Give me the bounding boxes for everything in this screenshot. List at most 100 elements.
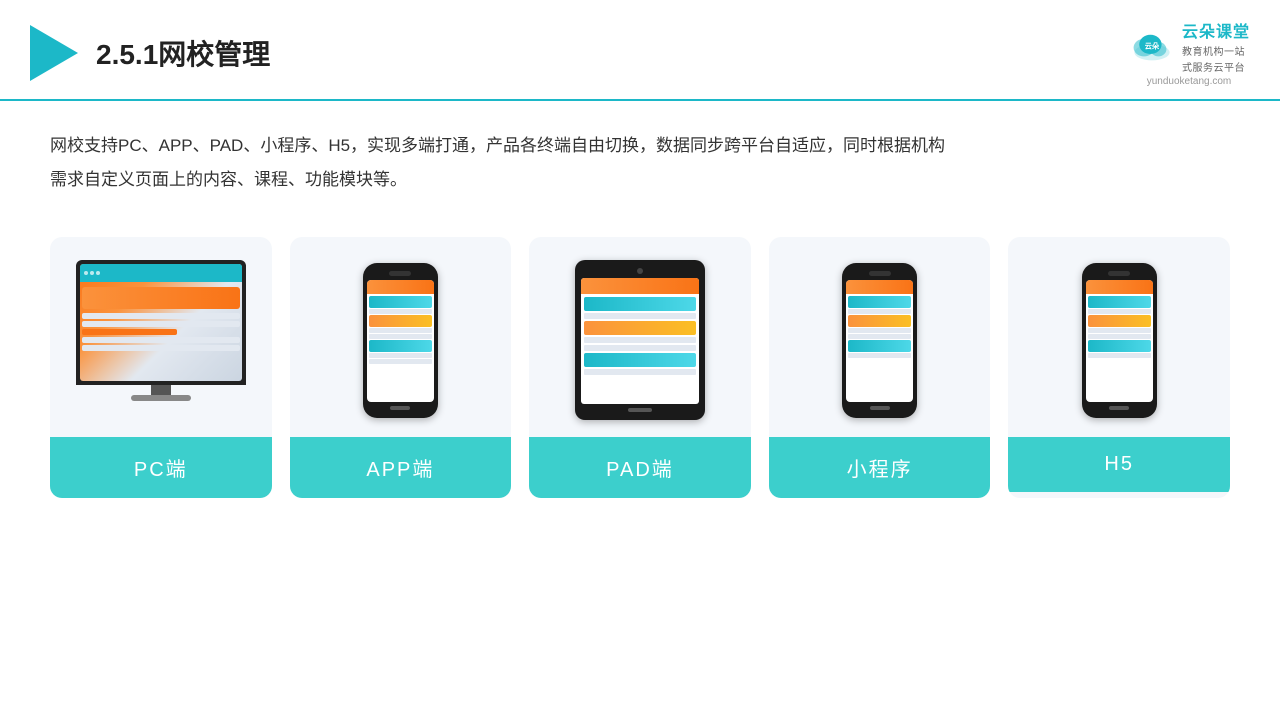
phone-notch-app bbox=[389, 271, 411, 276]
card-app: APP端 bbox=[290, 237, 512, 498]
card-app-label: APP端 bbox=[290, 437, 512, 498]
brand-url: yunduoketang.com bbox=[1147, 76, 1232, 87]
header-left: 2.5.1网校管理 bbox=[30, 25, 270, 81]
header: 2.5.1网校管理 云朵 云朵课堂 教育机构一站 式服务云平台 yunduoke… bbox=[0, 0, 1280, 101]
tab-row1 bbox=[584, 313, 696, 319]
card-mini-image bbox=[769, 237, 991, 437]
ph-row-c2 bbox=[369, 340, 432, 352]
pm-row4 bbox=[848, 353, 911, 358]
tab-row3 bbox=[584, 345, 696, 351]
description-line1: 网校支持PC、APP、PAD、小程序、H5，实现多端打通，产品各终端自由切换，数… bbox=[50, 129, 1050, 163]
dot1 bbox=[84, 271, 88, 275]
pm-row2 bbox=[848, 328, 911, 333]
card-pad-image bbox=[529, 237, 751, 437]
ph-row4 bbox=[369, 353, 432, 358]
page-title: 2.5.1网校管理 bbox=[96, 33, 270, 73]
card-h5-label: H5 bbox=[1008, 437, 1230, 492]
description-text: 网校支持PC、APP、PAD、小程序、H5，实现多端打通，产品各终端自由切换，数… bbox=[0, 101, 1100, 207]
card-miniprogram: 小程序 bbox=[769, 237, 991, 498]
phone-screen-app bbox=[367, 280, 434, 402]
header-right: 云朵 云朵课堂 教育机构一站 式服务云平台 yunduoketang.com bbox=[1128, 18, 1250, 87]
pm-row-o1 bbox=[848, 315, 911, 327]
ph5-row2 bbox=[1088, 328, 1151, 333]
brand-subtitle1: 教育机构一站 bbox=[1182, 43, 1245, 58]
phone-notch-mini bbox=[869, 271, 891, 276]
description-line2: 需求自定义页面上的内容、课程、功能模块等。 bbox=[50, 163, 1050, 197]
ph5-row3 bbox=[1088, 334, 1151, 339]
phone-screen-h5 bbox=[1086, 280, 1153, 402]
tab-row-t2 bbox=[584, 353, 696, 367]
pc-row1 bbox=[82, 313, 240, 319]
phone-bottom-h5 bbox=[1109, 406, 1129, 410]
ph5-row1 bbox=[1088, 309, 1151, 314]
phone-screen-mini bbox=[846, 280, 913, 402]
pc-row-orange bbox=[82, 287, 240, 309]
pc-body-rows bbox=[80, 282, 242, 354]
logo-triangle-icon bbox=[30, 25, 78, 81]
phone-notch-h5 bbox=[1108, 271, 1130, 276]
tab-row-o1 bbox=[584, 321, 696, 335]
ph-row5 bbox=[369, 359, 432, 364]
tablet-mockup bbox=[575, 260, 705, 420]
tab-row-t1 bbox=[584, 297, 696, 311]
card-pad-label: PAD端 bbox=[529, 437, 751, 498]
phone-bar-mini bbox=[846, 280, 913, 294]
ph5-row4 bbox=[1088, 353, 1151, 358]
card-mini-label: 小程序 bbox=[769, 437, 991, 498]
ph-row1 bbox=[369, 309, 432, 314]
pc-row2 bbox=[82, 321, 240, 327]
pm-row3 bbox=[848, 334, 911, 339]
svg-text:云朵: 云朵 bbox=[1145, 41, 1160, 50]
phone-bottom-mini bbox=[870, 406, 890, 410]
phone-bottom-app bbox=[390, 406, 410, 410]
pc-base bbox=[131, 395, 191, 401]
tablet-btn-bottom bbox=[628, 408, 652, 412]
card-pad: PAD端 bbox=[529, 237, 751, 498]
ph5-row-o1 bbox=[1088, 315, 1151, 327]
ph5-row-c1 bbox=[1088, 296, 1151, 308]
tablet-bar bbox=[581, 278, 699, 294]
card-pc-image bbox=[50, 237, 272, 437]
ph-row-c1 bbox=[369, 296, 432, 308]
tab-row2 bbox=[584, 337, 696, 343]
pc-row3 bbox=[82, 329, 177, 335]
pc-row5 bbox=[82, 345, 240, 351]
card-app-image bbox=[290, 237, 512, 437]
pm-row-c1 bbox=[848, 296, 911, 308]
ph-row-o1 bbox=[369, 315, 432, 327]
ph-row2 bbox=[369, 328, 432, 333]
card-pc: PC端 bbox=[50, 237, 272, 498]
pm-row1 bbox=[848, 309, 911, 314]
brand-logo: 云朵 云朵课堂 教育机构一站 式服务云平台 bbox=[1128, 18, 1250, 74]
pm-row-c2 bbox=[848, 340, 911, 352]
pc-mockup bbox=[71, 260, 251, 420]
pc-row4 bbox=[82, 337, 240, 343]
cloud-icon: 云朵 bbox=[1128, 30, 1176, 62]
tablet-screen bbox=[581, 278, 699, 404]
phone-bar-app bbox=[367, 280, 434, 294]
tab-row4 bbox=[584, 369, 696, 375]
phone-content-app bbox=[367, 294, 434, 366]
pc-neck bbox=[151, 385, 171, 395]
ph5-row-c2 bbox=[1088, 340, 1151, 352]
phone-content-h5 bbox=[1086, 294, 1153, 360]
pc-screen-bar bbox=[80, 264, 242, 282]
dot3 bbox=[96, 271, 100, 275]
phone-mockup-mini bbox=[842, 263, 917, 418]
cards-container: PC端 bbox=[0, 217, 1280, 518]
phone-mockup-app bbox=[363, 263, 438, 418]
phone-bar-h5 bbox=[1086, 280, 1153, 294]
card-h5: H5 bbox=[1008, 237, 1230, 498]
tablet-btn-top bbox=[637, 268, 643, 274]
dot2 bbox=[90, 271, 94, 275]
ph-row3 bbox=[369, 334, 432, 339]
pc-screen-outer bbox=[76, 260, 246, 385]
tablet-content bbox=[581, 294, 699, 378]
brand-name: 云朵课堂 bbox=[1182, 18, 1250, 42]
card-h5-image bbox=[1008, 237, 1230, 437]
phone-content-mini bbox=[846, 294, 913, 360]
brand-subtitle2: 式服务云平台 bbox=[1182, 59, 1245, 74]
brand-text: 云朵课堂 教育机构一站 式服务云平台 bbox=[1182, 18, 1250, 74]
card-pc-label: PC端 bbox=[50, 437, 272, 498]
pc-screen-inner bbox=[80, 264, 242, 381]
